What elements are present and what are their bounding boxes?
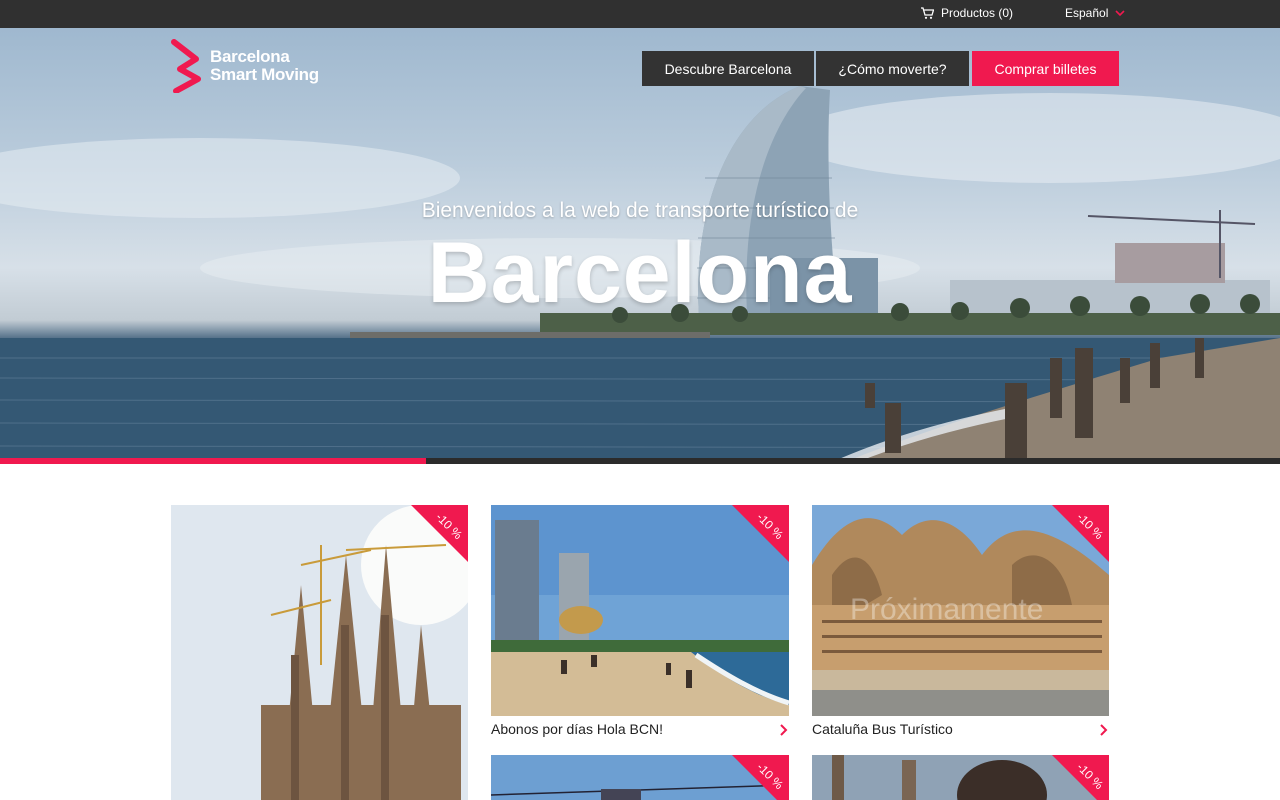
- nav-label: ¿Cómo moverte?: [838, 60, 947, 77]
- product-caption: Abonos por días Hola BCN!: [491, 721, 663, 737]
- nav-label: Descubre Barcelona: [664, 60, 792, 77]
- discount-badge: -10 %: [411, 505, 468, 562]
- hero-banner: Barcelona Smart Moving Bienvenidos a la …: [0, 28, 1280, 464]
- brand-name-line1: Barcelona: [210, 47, 290, 66]
- brand-logo[interactable]: Barcelona Smart Moving: [170, 39, 319, 93]
- nav-label: Comprar billetes: [994, 60, 1097, 77]
- discount-badge: -10 %: [732, 505, 789, 562]
- cart-link[interactable]: Productos (0): [920, 6, 1013, 20]
- nav-descubre-barcelona[interactable]: Descubre Barcelona: [642, 51, 814, 86]
- product-card-cataluna-bus[interactable]: Próximamente -10 % Cataluña Bus Turístic…: [812, 505, 1109, 740]
- chevron-right-icon[interactable]: [1099, 724, 1109, 736]
- slider-progress-bar: [0, 458, 1280, 464]
- logo-mark-icon: [171, 39, 201, 93]
- product-card-hola-bcn[interactable]: -10 % Abonos por días Hola BCN!: [491, 505, 789, 740]
- nav-como-moverte[interactable]: ¿Cómo moverte?: [816, 51, 969, 86]
- language-label: Español: [1065, 6, 1109, 20]
- chevron-down-icon: [1115, 10, 1125, 17]
- product-card-sagrada-familia[interactable]: -10 %: [171, 505, 468, 800]
- top-bar: Productos (0) Español: [0, 0, 1280, 28]
- slider-progress-fill: [0, 458, 427, 464]
- cart-icon: [921, 7, 934, 19]
- discount-badge: -10 %: [1052, 505, 1109, 562]
- discount-badge: -10 %: [732, 755, 789, 800]
- product-card-5[interactable]: -10 %: [812, 755, 1109, 800]
- hero-title: Barcelona: [427, 225, 853, 321]
- coming-soon-watermark: Próximamente: [850, 593, 1044, 626]
- brand-name-line2: Smart Moving: [210, 65, 319, 84]
- language-selector[interactable]: Español: [1065, 6, 1125, 20]
- nav-comprar-billetes[interactable]: Comprar billetes: [972, 51, 1119, 86]
- hero-subtitle: Bienvenidos a la web de transporte turís…: [421, 199, 859, 222]
- discount-badge: -10 %: [1052, 755, 1109, 800]
- product-card-4[interactable]: -10 %: [491, 755, 789, 800]
- cart-label: Productos (0): [941, 6, 1014, 20]
- chevron-right-icon[interactable]: [779, 724, 789, 736]
- product-caption: Cataluña Bus Turístico: [812, 721, 953, 737]
